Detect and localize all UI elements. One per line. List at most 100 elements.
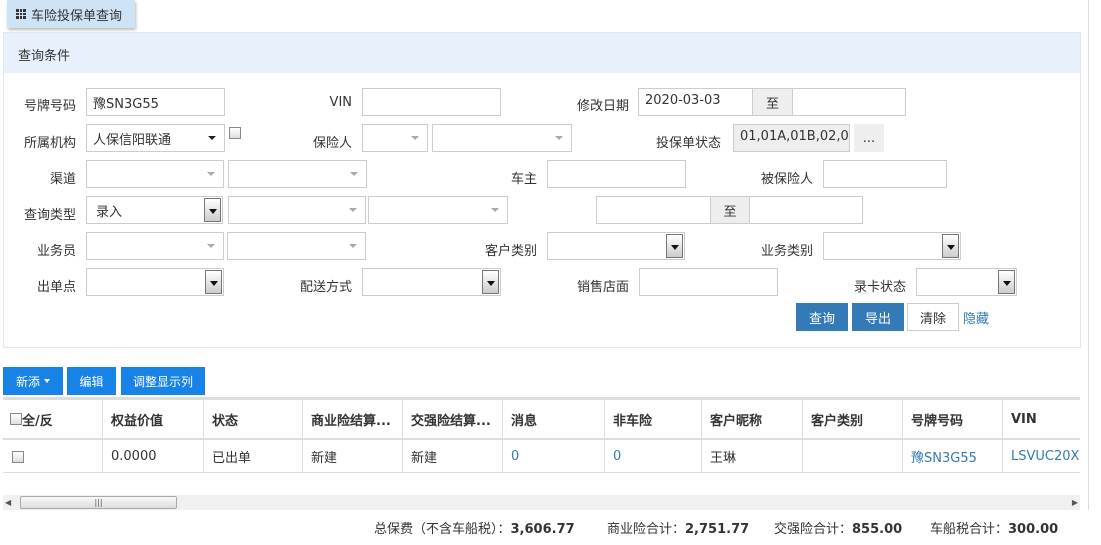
vessel-label: 车船税合计： xyxy=(930,522,1009,537)
chevron-down-icon xyxy=(411,136,419,140)
chevron-down-icon xyxy=(208,136,216,140)
column-header[interactable]: 消息 xyxy=(502,400,604,438)
column-header[interactable]: 权益价值 xyxy=(102,400,203,438)
export-button[interactable]: 导出 xyxy=(852,303,904,331)
channel-select-2[interactable] xyxy=(228,160,367,188)
modify-date-to-input[interactable] xyxy=(792,88,906,116)
chevron-down-icon xyxy=(555,136,563,140)
issue-point-select[interactable] xyxy=(86,268,224,296)
card-status-select[interactable] xyxy=(916,268,1017,296)
column-header-label: 权益价值 xyxy=(111,413,164,429)
grid-icon xyxy=(16,9,26,19)
query-type-value: 录入 xyxy=(96,205,123,220)
insurer-select-2[interactable] xyxy=(432,124,572,152)
cell-value: LSVUC20X... xyxy=(1011,449,1080,464)
column-header[interactable]: 全/反 xyxy=(3,400,102,438)
dropdown-arrow-icon xyxy=(205,270,222,294)
query-button[interactable]: 查询 xyxy=(796,303,848,331)
business-type-label: 业务类别 xyxy=(760,244,813,259)
query-type-select-3[interactable] xyxy=(368,196,508,224)
column-header[interactable]: 状态 xyxy=(203,400,302,438)
table-cell: 新建 xyxy=(302,440,402,473)
column-header-label: 客户昵称 xyxy=(710,413,763,429)
column-header[interactable]: 商业险结算... xyxy=(302,400,402,438)
total-label: 总保费（不含车船税）： xyxy=(374,522,511,537)
salesman-label: 业务员 xyxy=(36,244,76,259)
commercial-value: 2,751.77 xyxy=(685,522,750,537)
query-panel: 查询条件 xyxy=(3,32,1081,348)
table-cell: 王琳 xyxy=(701,440,802,473)
insurer-label: 保险人 xyxy=(312,136,352,151)
status-label: 投保单状态 xyxy=(655,136,721,151)
cell-value: 0 xyxy=(511,449,520,464)
add-label: 新添 xyxy=(15,374,40,389)
insured-input[interactable] xyxy=(823,160,947,188)
column-header[interactable]: 客户昵称 xyxy=(701,400,802,438)
table-cell[interactable]: 豫SN3G55 xyxy=(902,440,1002,473)
dropdown-arrow-icon xyxy=(204,198,221,222)
status-more-button[interactable]: ... xyxy=(854,124,884,152)
range-from-input[interactable] xyxy=(596,196,711,224)
delivery-select[interactable] xyxy=(362,268,501,296)
dropdown-arrow-icon xyxy=(998,270,1015,294)
column-header-label: VIN xyxy=(1011,411,1037,427)
query-type-select-2[interactable] xyxy=(228,196,366,224)
horizontal-scrollbar[interactable]: ◀ ||| ▶ xyxy=(3,495,1080,510)
compulsory-label: 交强险合计： xyxy=(774,522,853,537)
cell-value: 新建 xyxy=(411,451,438,466)
scrollbar-thumb[interactable]: ||| xyxy=(20,496,177,509)
dropdown-arrow-icon xyxy=(942,234,959,258)
table-cell[interactable]: LSVUC20X... xyxy=(1002,440,1080,473)
table-cell: 已出单 xyxy=(203,440,302,473)
scroll-right-icon[interactable]: ▶ xyxy=(1072,498,1078,507)
owner-input[interactable] xyxy=(547,160,686,188)
modify-date-from-input[interactable]: 2020-03-03 xyxy=(638,88,753,116)
tab-policy-query[interactable]: 车险投保单查询 xyxy=(7,0,135,28)
salesman-select-2[interactable] xyxy=(227,232,366,260)
channel-select-1[interactable] xyxy=(86,160,224,188)
hide-link[interactable]: 隐藏 xyxy=(963,308,989,327)
insured-label: 被保险人 xyxy=(760,172,813,187)
column-header[interactable]: 非车险 xyxy=(604,400,701,438)
table-cell[interactable]: 0 xyxy=(604,440,701,473)
business-type-select[interactable] xyxy=(823,232,961,260)
insurer-select-1[interactable] xyxy=(362,124,428,152)
card-status-label: 录卡状态 xyxy=(853,280,906,295)
cell-value: 0.0000 xyxy=(111,449,157,464)
table-cell: 0.0000 xyxy=(102,440,203,473)
column-header[interactable]: 客户类别 xyxy=(802,400,902,438)
chevron-down-icon xyxy=(349,208,357,212)
chevron-down-icon xyxy=(349,244,357,248)
org-label: 所属机构 xyxy=(23,136,76,151)
customer-type-select[interactable] xyxy=(547,232,685,260)
scroll-left-icon[interactable]: ◀ xyxy=(5,498,11,507)
edit-button[interactable]: 编辑 xyxy=(67,367,116,395)
store-input[interactable] xyxy=(639,268,778,296)
vin-input[interactable] xyxy=(362,88,501,116)
range-to-input[interactable] xyxy=(749,196,863,224)
delivery-label: 配送方式 xyxy=(299,280,352,295)
org-include-sub-checkbox[interactable] xyxy=(229,127,241,139)
column-header[interactable]: VIN xyxy=(1002,400,1080,438)
salesman-select-1[interactable] xyxy=(86,232,224,260)
row-checkbox[interactable] xyxy=(12,450,24,463)
caret-down-icon xyxy=(44,379,50,383)
plate-input[interactable]: 豫SN3G55 xyxy=(86,88,225,116)
clear-button[interactable]: 清除 xyxy=(907,303,959,331)
org-select[interactable]: 人保信阳联通 xyxy=(86,124,225,152)
query-type-select[interactable]: 录入 xyxy=(86,196,223,224)
table-cell[interactable]: 0 xyxy=(502,440,604,473)
chevron-down-icon xyxy=(350,172,358,176)
column-header[interactable]: 号牌号码 xyxy=(902,400,1002,438)
adjust-columns-button[interactable]: 调整显示列 xyxy=(121,367,205,395)
table-cell[interactable] xyxy=(3,440,102,473)
column-header-label: 客户类别 xyxy=(811,413,864,429)
plate-label: 号牌号码 xyxy=(23,99,76,114)
column-header[interactable]: 交强险结算... xyxy=(402,400,502,438)
summary-vessel: 车船税合计：300.00 xyxy=(930,518,1058,537)
select-all-checkbox[interactable] xyxy=(10,413,22,425)
add-button[interactable]: 新添 xyxy=(3,367,63,395)
chevron-down-icon xyxy=(207,172,215,176)
column-header-label: 全/反 xyxy=(22,413,53,429)
cell-value: 已出单 xyxy=(212,451,252,466)
